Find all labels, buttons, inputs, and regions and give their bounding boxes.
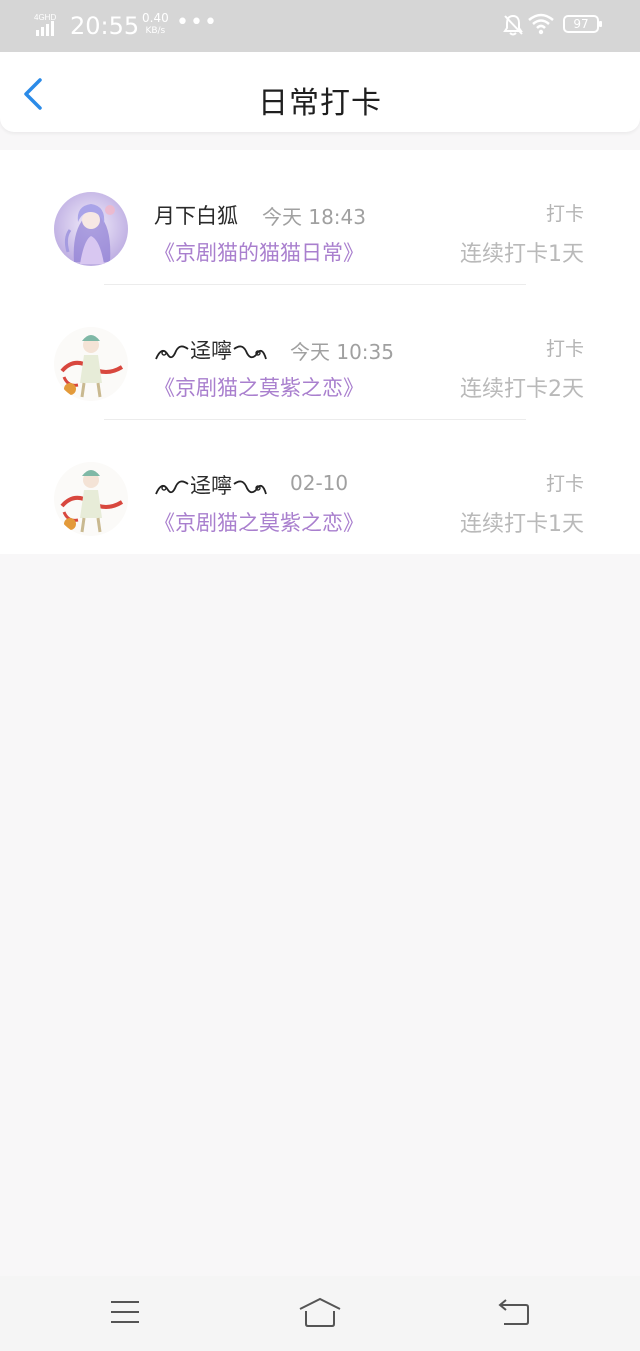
home-icon xyxy=(299,1297,341,1327)
page-title: 日常打卡 xyxy=(258,86,382,121)
network-type: 4GHD xyxy=(34,13,56,22)
avatar[interactable] xyxy=(54,192,128,266)
book-title[interactable]: 《京剧猫之莫紫之恋》 xyxy=(154,507,364,537)
clock: 20:55 xyxy=(70,12,140,40)
user-name[interactable]: 迳嚀 xyxy=(154,470,268,500)
status-bar: 4GHD 20:55 0.40 KB/s ••• 97 xyxy=(0,0,640,52)
header: 日常打卡 xyxy=(0,52,640,132)
ornament-left-icon xyxy=(155,345,189,360)
menu-button[interactable] xyxy=(110,1299,140,1325)
battery-icon: 97 xyxy=(563,15,602,33)
checkin-tag: 打卡 xyxy=(545,338,584,360)
wifi-icon xyxy=(528,13,554,35)
user-name-text: 迳嚀 xyxy=(190,474,232,498)
checkin-list: 月下白狐 今天 18:43 《京剧猫的猫猫日常》 打卡 连续打卡1天 迳嚀 今天… xyxy=(0,150,640,554)
avatar[interactable] xyxy=(54,327,128,401)
checkin-time: 02-10 xyxy=(290,471,349,495)
book-title[interactable]: 《京剧猫之莫紫之恋》 xyxy=(154,372,364,402)
checkin-row[interactable]: 迳嚀 02-10 《京剧猫之莫紫之恋》 打卡 连续打卡1天 xyxy=(0,420,640,555)
bell-off-icon xyxy=(502,13,524,37)
checkin-row[interactable]: 迳嚀 今天 10:35 《京剧猫之莫紫之恋》 打卡 连续打卡2天 xyxy=(0,285,640,420)
ornament-right-icon xyxy=(233,345,267,360)
user-name-text: 迳嚀 xyxy=(190,339,232,363)
speed-unit: KB/s xyxy=(145,26,166,36)
avatar[interactable] xyxy=(54,462,128,536)
menu-icon xyxy=(111,1301,139,1323)
ornament-right-icon xyxy=(233,480,267,495)
signal-icon: 4GHD xyxy=(34,12,62,38)
checkin-tag: 打卡 xyxy=(545,203,584,225)
checkin-row[interactable]: 月下白狐 今天 18:43 《京剧猫的猫猫日常》 打卡 连续打卡1天 xyxy=(0,150,640,285)
checkin-time: 今天 10:35 xyxy=(290,340,394,364)
streak-count: 连续打卡1天 xyxy=(460,242,584,267)
checkin-tag: 打卡 xyxy=(545,473,584,495)
checkin-time: 今天 18:43 xyxy=(262,205,366,229)
book-title[interactable]: 《京剧猫的猫猫日常》 xyxy=(154,237,364,267)
streak-count: 连续打卡2天 xyxy=(460,377,584,402)
user-name[interactable]: 迳嚀 xyxy=(154,335,268,365)
user-name[interactable]: 月下白狐 xyxy=(154,200,238,230)
ornament-left-icon xyxy=(155,480,189,495)
system-nav-bar xyxy=(0,1276,640,1351)
home-button[interactable] xyxy=(298,1296,342,1328)
speed-value: 0.40 xyxy=(142,11,169,25)
streak-count: 连续打卡1天 xyxy=(460,512,584,537)
more-dots: ••• xyxy=(176,10,218,35)
back-nav-button[interactable] xyxy=(498,1298,530,1326)
back-icon xyxy=(498,1299,529,1325)
network-speed: 0.40 KB/s xyxy=(142,12,169,38)
